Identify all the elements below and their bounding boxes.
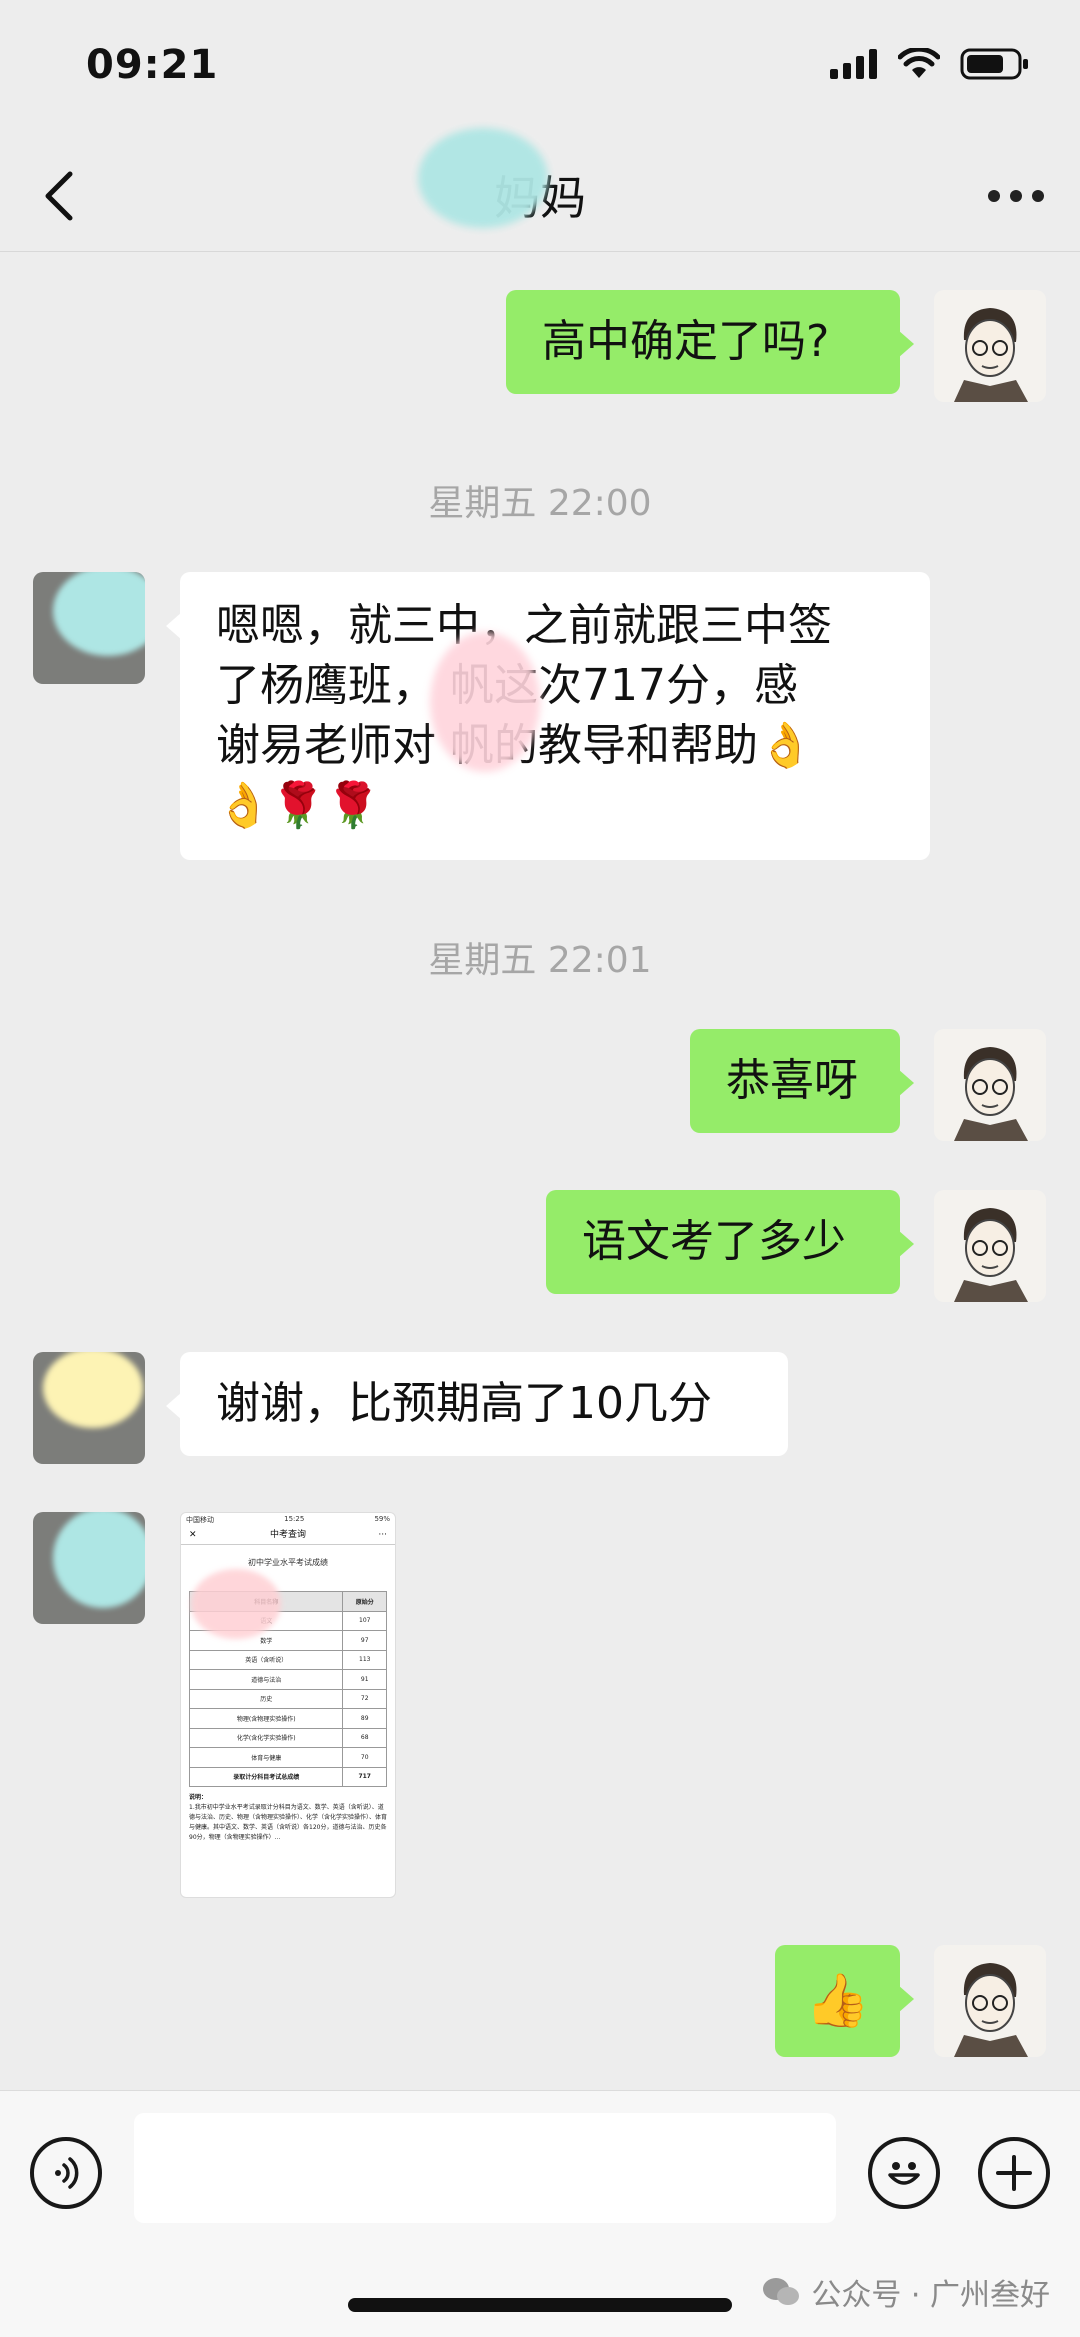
smiley-icon [888,2162,920,2185]
status-icons [830,48,1030,80]
image-heading: 初中学业水平考试成绩 [181,1545,395,1639]
status-time: 09:21 [86,42,219,88]
my-avatar[interactable] [934,290,1046,402]
image-nav: ✕ 中考查询 ··· [181,1525,395,1545]
name-blur-mask [430,632,540,772]
voice-input-button[interactable] [30,2137,102,2209]
incoming-message-bubble[interactable]: 谢谢，比预期高了10几分 [166,1352,788,1456]
my-avatar[interactable] [934,1190,1046,1302]
cartoon-face-icon [954,1208,1028,1302]
message-text-line: 谢易老师对 帆的教导和帮助👌 [216,720,813,771]
image-heading-text: 初中学业水平考试成绩 [248,1558,328,1567]
name-blur-mask [418,128,548,228]
timestamp: 星期五 22:01 [428,940,652,981]
contact-avatar[interactable] [33,1352,145,1464]
message-text: 谢谢，比预期高了10几分 [216,1378,712,1429]
notes-text: 1.我市初中学业水平考试录取计分科目为语文、数学、英语（含听说）、道德与法治、历… [189,1804,388,1841]
cartoon-face-icon [954,1047,1028,1141]
voice-icon [55,2157,79,2189]
subject-cell: 体育与健康 [188,1747,344,1768]
table-header: 原始分 [342,1591,387,1612]
contact-avatar[interactable] [33,572,145,684]
message-text-line: 了杨鹰班， 帆这次717分，感 [216,660,798,711]
watermark-text: 公众号 · 广州叁好 [811,2278,1050,2313]
outgoing-message-bubble[interactable]: 高中确定了吗? [506,290,914,394]
subject-cell: 物理(含物理实验操作) [188,1708,344,1729]
battery-icon [960,48,1028,80]
home-indicator[interactable] [348,2298,732,2312]
table-row: 道德与法治 91 [188,1669,387,1690]
message-text: 语文考了多少 [582,1216,846,1267]
cellular-signal-icon [830,49,877,79]
wechat-logo-icon [763,2278,800,2305]
message-input[interactable] [134,2113,836,2223]
image-battery: 59% [374,1515,390,1523]
message-text-line: 嗯嗯，就三中，之前就跟三中签 [216,600,832,651]
image-notes: 说明： 1.我市初中学业水平考试录取计分科目为语文、数学、英语（含听说）、道德与… [181,1787,395,1849]
score-cell: 70 [342,1747,387,1768]
table-row: 英语（含听说） 113 [188,1649,387,1670]
image-carrier: 中国移动 [186,1516,214,1524]
thumbs-up-emoji: 👍 [805,1971,870,2031]
cartoon-face-icon [954,1963,1028,2057]
image-time: 15:25 [284,1515,305,1523]
notes-title: 说明： [189,1794,208,1801]
subject-cell: 英语（含听说） [188,1649,344,1670]
image-nav-title: 中考查询 [269,1530,306,1540]
score-cell: 89 [342,1708,387,1729]
score-screenshot-image[interactable]: 中国移动 15:25 59% ✕ 中考查询 ··· 初中学业水平考试成绩 科目名… [180,1512,396,1898]
table-row: 历史 72 [188,1688,387,1709]
score-cell: 97 [342,1630,387,1651]
more-icon: ··· [378,1530,387,1540]
blur-mask [191,1569,281,1639]
subject-cell: 历史 [188,1688,344,1709]
subject-cell: 录取计分科目考试总成绩 [188,1766,344,1787]
message-text: 高中确定了吗? [542,316,830,367]
more-functions-button[interactable] [978,2137,1050,2209]
my-avatar[interactable] [934,1029,1046,1141]
score-cell: 113 [342,1649,387,1670]
cartoon-face-icon [954,308,1028,402]
outgoing-message-bubble[interactable]: 👍 [775,1945,914,2057]
incoming-message-bubble[interactable]: 嗯嗯，就三中，之前就跟三中签 了杨鹰班， 帆这次717分，感 谢易老师对 帆的教… [166,572,930,860]
plus-icon [996,2155,1032,2191]
table-row: 物理(含物理实验操作) 89 [188,1708,387,1729]
table-row: 体育与健康 70 [188,1747,387,1768]
watermark: 公众号 · 广州叁好 [761,2270,1050,2314]
outgoing-message-bubble[interactable]: 恭喜呀 [690,1029,914,1133]
score-cell: 107 [342,1610,387,1631]
wifi-icon [898,48,940,78]
image-status-bar: 中国移动 15:25 59% [181,1513,395,1525]
table-row: 录取计分科目考试总成绩 717 [188,1766,387,1787]
status-bar: 09:21 [0,0,1080,140]
outgoing-message-bubble[interactable]: 语文考了多少 [546,1190,914,1294]
close-icon: ✕ [189,1530,197,1540]
message-text: 恭喜呀 [726,1055,858,1106]
subject-cell: 道德与法治 [188,1669,344,1690]
table-row: 化学(含化学实验操作) 68 [188,1727,387,1748]
more-options-button[interactable] [988,186,1044,206]
emoji-button[interactable] [868,2137,940,2209]
score-cell: 717 [342,1766,387,1787]
score-cell: 68 [342,1727,387,1748]
score-cell: 72 [342,1688,387,1709]
message-text-line: 👌🌹🌹 [216,780,381,831]
contact-avatar[interactable] [33,1512,145,1624]
timestamp: 星期五 22:00 [428,483,652,524]
score-cell: 91 [342,1669,387,1690]
subject-cell: 化学(含化学实验操作) [188,1727,344,1748]
my-avatar[interactable] [934,1945,1046,2057]
